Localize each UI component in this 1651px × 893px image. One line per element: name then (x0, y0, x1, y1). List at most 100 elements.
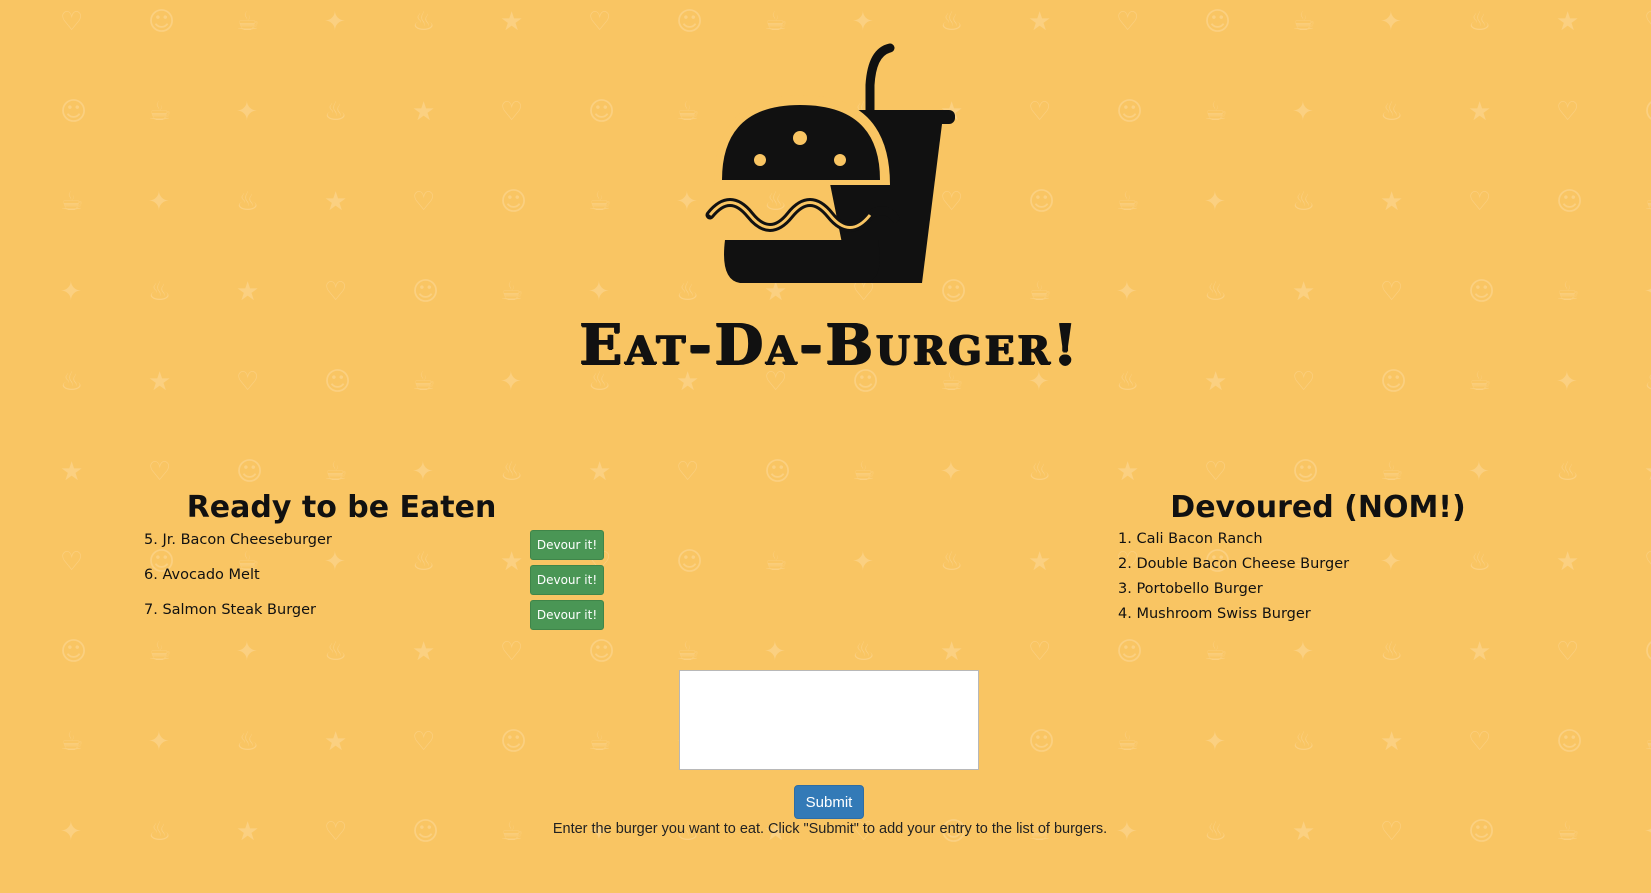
pattern-glyph: ☕ (1116, 187, 1139, 217)
pattern-glyph: ♨ (412, 7, 435, 37)
devour-button[interactable]: Devour it! (530, 530, 604, 560)
pattern-glyph: ♡ (412, 187, 435, 217)
pattern-glyph: ☕ (852, 457, 875, 487)
pattern-glyph: ☕ (1380, 457, 1403, 487)
pattern-glyph: ☕ (500, 277, 523, 307)
pattern-glyph: ★ (1468, 637, 1491, 667)
pattern-glyph: ★ (1292, 817, 1315, 847)
pattern-glyph: ☺ (1116, 637, 1143, 667)
pattern-glyph: ☕ (60, 727, 83, 757)
pattern-glyph: ★ (324, 187, 347, 217)
pattern-glyph: ★ (1556, 7, 1579, 37)
pattern-glyph: ✦ (1292, 637, 1314, 667)
pattern-glyph: ☺ (236, 457, 263, 487)
pattern-glyph: ✦ (852, 547, 874, 577)
pattern-glyph: ✦ (1204, 187, 1226, 217)
pattern-glyph: ★ (940, 637, 963, 667)
submit-button[interactable]: Submit (794, 785, 864, 819)
pattern-glyph: ☕ (1644, 727, 1651, 757)
pattern-glyph: ☕ (676, 97, 699, 127)
pattern-glyph: ★ (1380, 727, 1403, 757)
pattern-glyph: ★ (1644, 457, 1651, 487)
devour-button[interactable]: Devour it! (530, 600, 604, 630)
list-item: 2. Double Bacon Cheese Burger (1118, 556, 1350, 572)
pattern-glyph: ☺ (1204, 7, 1231, 37)
burger-name-input[interactable] (679, 670, 979, 770)
pattern-glyph: ♡ (1292, 367, 1315, 397)
ready-list: 5. Jr. Bacon Cheeseburger Devour it! 6. … (144, 530, 604, 635)
pattern-glyph: ♡ (676, 457, 699, 487)
pattern-glyph: ☺ (1556, 187, 1583, 217)
pattern-glyph: ☺ (1028, 727, 1055, 757)
pattern-glyph: ✦ (676, 187, 698, 217)
pattern-glyph: ✦ (1644, 277, 1651, 307)
pattern-glyph: ✦ (236, 97, 258, 127)
pattern-glyph: ♨ (324, 97, 347, 127)
pattern-glyph: ☕ (588, 727, 611, 757)
pattern-glyph: ☺ (764, 457, 791, 487)
pattern-glyph: ♡ (412, 727, 435, 757)
devour-button[interactable]: Devour it! (530, 565, 604, 595)
pattern-glyph: ☕ (148, 97, 171, 127)
pattern-glyph: ♡ (1028, 637, 1051, 667)
pattern-glyph: ☕ (148, 637, 171, 667)
pattern-glyph: ♨ (148, 277, 171, 307)
pattern-glyph: ☺ (676, 547, 703, 577)
pattern-glyph: ♨ (1556, 457, 1579, 487)
pattern-glyph: ★ (588, 457, 611, 487)
pattern-glyph: ☺ (1644, 637, 1651, 667)
pattern-glyph: ☺ (412, 817, 439, 847)
pattern-glyph: ★ (324, 727, 347, 757)
pattern-glyph: ♡ (148, 457, 171, 487)
pattern-glyph: ☺ (500, 727, 527, 757)
pattern-glyph: ☺ (412, 277, 439, 307)
pattern-glyph: ♨ (1292, 187, 1315, 217)
pattern-glyph: ☺ (60, 97, 87, 127)
pattern-glyph: ✦ (236, 637, 258, 667)
pattern-glyph: ✦ (940, 457, 962, 487)
pattern-glyph: ✦ (1204, 727, 1226, 757)
pattern-glyph: ★ (1556, 547, 1579, 577)
pattern-glyph: ♡ (1556, 97, 1579, 127)
pattern-glyph: ♡ (1380, 817, 1403, 847)
pattern-glyph: ♨ (500, 457, 523, 487)
pattern-glyph: ✦ (148, 187, 170, 217)
pattern-glyph: ☕ (236, 7, 259, 37)
pattern-glyph: ★ (1204, 367, 1227, 397)
help-text: Enter the burger you want to eat. Click … (552, 821, 1108, 837)
pattern-glyph: ★ (1116, 457, 1139, 487)
pattern-glyph: ♡ (60, 7, 83, 37)
pattern-glyph: ♡ (1644, 547, 1651, 577)
list-item: 3. Portobello Burger (1118, 581, 1263, 597)
pattern-glyph: ★ (60, 457, 83, 487)
pattern-glyph: ✦ (324, 7, 346, 37)
pattern-glyph: ♡ (1028, 97, 1051, 127)
pattern-glyph: ♨ (1028, 457, 1051, 487)
pattern-glyph: ★ (412, 637, 435, 667)
pattern-glyph: ♡ (588, 7, 611, 37)
list-item: 6. Avocado Melt Devour it! (144, 565, 604, 600)
devoured-section: Devoured (NOM!) 1. Cali Bacon Ranch 2. D… (1118, 490, 1518, 631)
pattern-glyph: ☺ (1292, 457, 1319, 487)
pattern-glyph: ☕ (676, 637, 699, 667)
pattern-glyph: ♨ (236, 187, 259, 217)
pattern-glyph: ☺ (1468, 277, 1495, 307)
pattern-glyph: ♡ (324, 817, 347, 847)
pattern-glyph: ★ (412, 97, 435, 127)
burger-name: 5. Jr. Bacon Cheeseburger (144, 532, 332, 548)
pattern-glyph: ♨ (1468, 7, 1491, 37)
pattern-glyph: ☺ (1468, 817, 1495, 847)
pattern-glyph: ♨ (1292, 727, 1315, 757)
pattern-glyph: ♨ (940, 547, 963, 577)
pattern-glyph: ☺ (60, 637, 87, 667)
burger-name: 6. Avocado Melt (144, 567, 260, 583)
devoured-list: 1. Cali Bacon Ranch 2. Double Bacon Chee… (1118, 531, 1518, 631)
pattern-glyph: ☺ (588, 637, 615, 667)
pattern-glyph: ★ (236, 817, 259, 847)
pattern-glyph: ☕ (764, 547, 787, 577)
ready-to-eat-section: Ready to be Eaten 5. Jr. Bacon Cheesebur… (144, 490, 604, 635)
pattern-glyph: ☺ (1644, 97, 1651, 127)
pattern-glyph: ♡ (60, 547, 83, 577)
pattern-glyph: ♡ (1468, 187, 1491, 217)
pattern-glyph: ☕ (1204, 97, 1227, 127)
